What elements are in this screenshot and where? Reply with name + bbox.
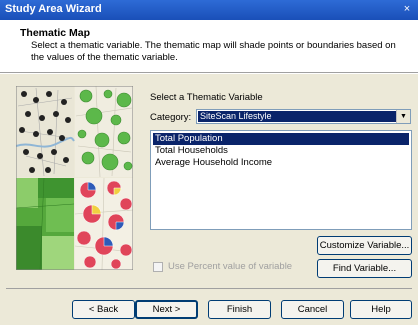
back-button[interactable]: < Back bbox=[72, 300, 135, 319]
graduated-symbols-thumbnail bbox=[75, 86, 133, 178]
variable-list[interactable]: Total Population Total Households Averag… bbox=[150, 130, 412, 230]
header-separator bbox=[0, 73, 418, 74]
find-variable-button[interactable]: Find Variable... bbox=[317, 259, 412, 278]
finish-button[interactable]: Finish bbox=[208, 300, 271, 319]
cancel-button[interactable]: Cancel bbox=[281, 300, 344, 319]
next-button[interactable]: Next > bbox=[135, 300, 198, 319]
percent-checkbox[interactable] bbox=[153, 262, 163, 272]
percent-checkbox-label: Use Percent value of variable bbox=[168, 261, 293, 272]
wizard-header: Thematic Map Select a thematic variable.… bbox=[0, 20, 418, 73]
shaded-areas-thumbnail bbox=[16, 177, 75, 270]
title-bar: Study Area Wizard × bbox=[0, 0, 418, 20]
pie-charts-thumbnail bbox=[74, 177, 133, 270]
close-icon[interactable]: × bbox=[399, 2, 415, 17]
page-description: Select a thematic variable. The thematic… bbox=[31, 40, 396, 63]
category-label: Category: bbox=[150, 112, 192, 123]
list-item[interactable]: Total Population bbox=[153, 133, 409, 145]
points-map-thumbnail bbox=[16, 86, 75, 177]
page-title: Thematic Map bbox=[20, 27, 91, 39]
section-label: Select a Thematic Variable bbox=[150, 92, 263, 103]
customize-variable-button[interactable]: Customize Variable... bbox=[317, 236, 412, 255]
list-item[interactable]: Total Households bbox=[153, 145, 409, 157]
chevron-down-icon[interactable]: ▼ bbox=[396, 110, 410, 123]
category-select[interactable]: SiteScan Lifestyle ▼ bbox=[196, 109, 411, 124]
window-title: Study Area Wizard bbox=[5, 3, 102, 15]
thematic-map-samples bbox=[16, 86, 133, 270]
category-value: SiteScan Lifestyle bbox=[198, 111, 396, 122]
help-button[interactable]: Help bbox=[350, 300, 412, 319]
footer-separator bbox=[6, 288, 412, 289]
list-item[interactable]: Average Household Income bbox=[153, 157, 409, 169]
